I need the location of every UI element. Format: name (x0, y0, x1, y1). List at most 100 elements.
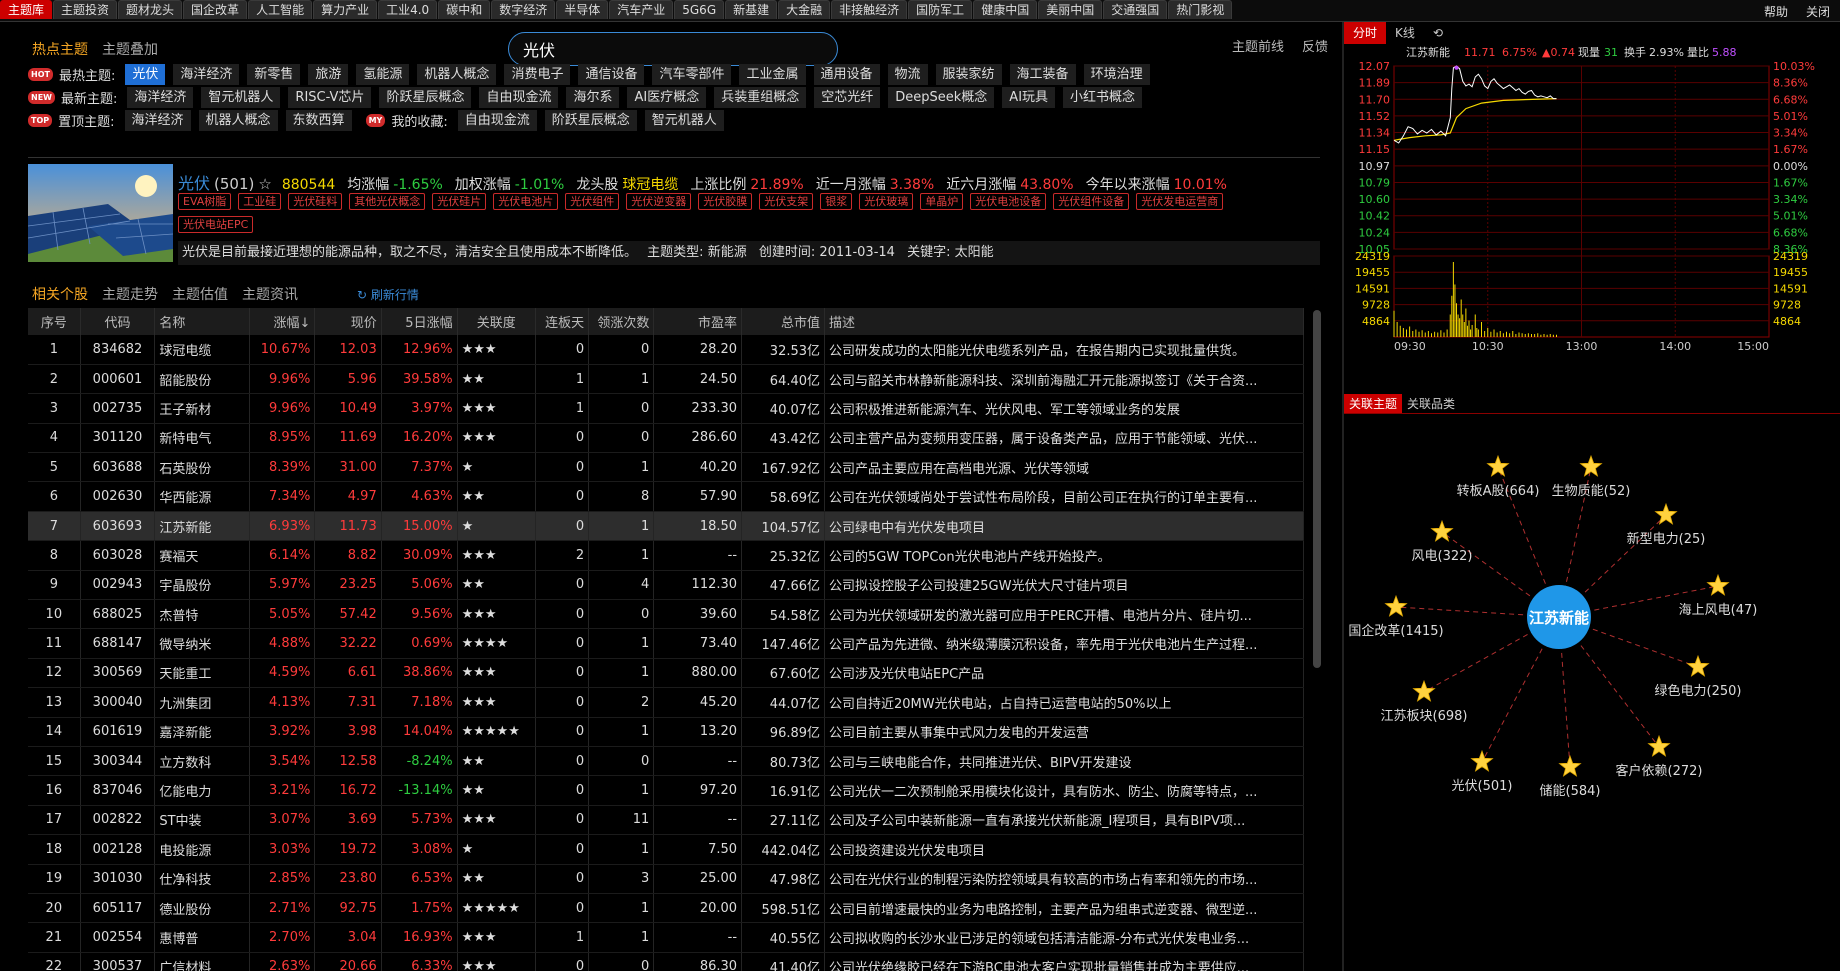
table-row[interactable]: 18 002128 电投能源 3.03% 19.72 3.08% ★ 0 1 7.50 442.04… (28, 834, 1304, 865)
theme-chip[interactable]: RISC-V芯片 (288, 86, 372, 108)
top-tab-16[interactable]: 健康中国 (973, 0, 1038, 19)
relation-node[interactable]: 新型电力(25) (1627, 502, 1706, 547)
theme-chip[interactable]: DeepSeek概念 (888, 86, 995, 108)
top-tab-5[interactable]: 算力产业 (313, 0, 378, 19)
sub-concept-tag[interactable]: 工业硅 (238, 193, 282, 210)
table-row[interactable]: 10 688025 杰普特 5.05% 57.42 9.56% ★★★ 0 0 39.60 54.5… (28, 599, 1304, 630)
theme-chip[interactable]: 东数西算 (285, 109, 352, 131)
top-tab-2[interactable]: 题材龙头 (118, 0, 183, 19)
table-row[interactable]: 17 002822 ST中装 3.07% 3.69 5.73% ★★★ 0 11 -- 27.11亿… (28, 805, 1304, 836)
table-row[interactable]: 12 300569 天能重工 4.59% 6.61 38.86% ★★★ 0 1 880.00 67… (28, 658, 1304, 689)
sub-concept-tag[interactable]: 光伏逆变器 (626, 193, 692, 210)
theme-chip[interactable]: 自由现金流 (479, 86, 559, 108)
relation-node[interactable]: 江苏板块(698) (1381, 679, 1468, 724)
theme-frontline-link[interactable]: 主题前线 (1232, 36, 1284, 55)
favorite-star-icon[interactable]: ☆ (258, 175, 271, 193)
top-tab-8[interactable]: 数字经济 (491, 0, 556, 19)
favorite-chip[interactable]: 智元机器人 (644, 109, 724, 131)
table-row[interactable]: 22 300537 广信材料 2.63% 20.66 6.33% ★★★ 0 0 86.30 41.… (28, 952, 1304, 971)
theme-chip[interactable]: 机器人概念 (198, 109, 278, 131)
sub-concept-tag[interactable]: 光伏电站EPC (178, 216, 254, 233)
sub-concept-tag[interactable]: 光伏硅片 (432, 193, 487, 210)
sub-concept-tag[interactable]: EVA树脂 (178, 193, 232, 210)
sub-concept-tag[interactable]: 光伏发电运营商 (1136, 193, 1224, 210)
column-header[interactable]: 描述 (824, 308, 1304, 335)
tab-theme-trend[interactable]: 主题走势 (102, 284, 158, 304)
table-row[interactable]: 11 688147 微导纳米 4.88% 32.22 0.69% ★★★★ 0 1 73.40 14… (28, 628, 1304, 659)
top-tab-11[interactable]: 5G6G (674, 0, 725, 19)
top-tab-13[interactable]: 大金融 (778, 0, 831, 19)
top-tab-18[interactable]: 交通强国 (1103, 0, 1168, 19)
table-row[interactable]: 5 603688 石英股份 8.39% 31.00 7.37% ★ 0 1 40.20 167.92… (28, 452, 1304, 483)
relation-node[interactable]: 转板A股(664) (1457, 454, 1540, 499)
table-row[interactable]: 3 002735 王子新材 9.96% 10.49 3.97% ★★★ 1 0 233.30 40.… (28, 393, 1304, 424)
sub-concept-tag[interactable]: 光伏硅料 (288, 193, 343, 210)
theme-chip[interactable]: 阶跃星辰概念 (379, 86, 472, 108)
theme-chip[interactable]: 空芯光纤 (814, 86, 881, 108)
column-header[interactable]: 5日涨幅 (381, 308, 458, 335)
column-header[interactable]: 领涨次数 (588, 308, 655, 335)
theme-chip[interactable]: 光伏 (125, 63, 166, 85)
top-tab-10[interactable]: 汽车产业 (609, 0, 674, 19)
theme-chip[interactable]: 通信设备 (578, 63, 645, 85)
top-tab-6[interactable]: 工业4.0 (378, 0, 438, 19)
sub-concept-tag[interactable]: 单晶炉 (920, 193, 964, 210)
sub-concept-tag[interactable]: 光伏胶膜 (698, 193, 753, 210)
theme-chip[interactable]: 新零售 (247, 63, 301, 85)
relation-node[interactable]: 风电(322) (1412, 519, 1473, 564)
intraday-chart[interactable]: 江苏新能 11.71 6.75% ▲0.74 现量 31 换手 2.93% 量比 5.88 12.0… (1344, 44, 1840, 390)
relation-node[interactable]: 生物质能(52) (1552, 454, 1631, 499)
leader-value[interactable]: 球冠电缆 (622, 174, 678, 194)
column-header[interactable]: 现价 (314, 308, 382, 335)
theme-chip[interactable]: 通用设备 (813, 63, 880, 85)
theme-chip[interactable]: 氢能源 (356, 63, 410, 85)
theme-chip[interactable]: 海洋经济 (124, 109, 191, 131)
theme-chip[interactable]: 旅游 (308, 63, 349, 85)
tab-theme-valuation[interactable]: 主题估值 (172, 284, 228, 304)
theme-chip[interactable]: 服装家纺 (935, 63, 1002, 85)
theme-chip[interactable]: AI医疗概念 (627, 86, 707, 108)
relation-node[interactable]: 国企改革(1415) (1348, 594, 1444, 639)
column-header[interactable]: 连板天 (535, 308, 590, 335)
refresh-chart-icon[interactable]: ⟲ (1424, 22, 1452, 44)
theme-chip[interactable]: 兵装重组概念 (714, 86, 807, 108)
theme-chip[interactable]: 工业金属 (739, 63, 806, 85)
table-scrollbar[interactable] (1313, 310, 1321, 668)
table-row[interactable]: 16 837046 亿能电力 3.21% 16.72 -13.14% ★★ 0 1 97.20 16… (28, 775, 1304, 806)
column-header[interactable]: 关联度 (457, 308, 536, 335)
sub-concept-tag[interactable]: 光伏组件设备 (1053, 193, 1130, 210)
help-link[interactable]: 帮助 (1764, 3, 1788, 20)
top-tab-17[interactable]: 美丽中国 (1038, 0, 1103, 19)
tab-kline[interactable]: K线 (1386, 22, 1424, 44)
column-header[interactable]: 涨幅↓ (249, 308, 316, 335)
table-row[interactable]: 13 300040 九洲集团 4.13% 7.31 7.18% ★★★ 0 2 45.20 44.0… (28, 687, 1304, 718)
theme-chip[interactable]: 海洋经济 (127, 86, 194, 108)
top-tab-14[interactable]: 非接触经济 (831, 0, 908, 19)
top-tab-4[interactable]: 人工智能 (248, 0, 313, 19)
theme-chip[interactable]: 消费电子 (504, 63, 571, 85)
sub-concept-tag[interactable]: 其他光伏概念 (349, 193, 426, 210)
sub-concept-tag[interactable]: 光伏组件 (565, 193, 620, 210)
favorite-chip[interactable]: 自由现金流 (457, 109, 537, 131)
top-tab-19[interactable]: 热门影视 (1168, 0, 1233, 19)
tab-related-themes[interactable]: 关联主题 (1344, 394, 1403, 413)
theme-chip[interactable]: 海洋经济 (173, 63, 240, 85)
relation-node[interactable]: 客户依赖(272) (1616, 734, 1703, 779)
table-row[interactable]: 2 000601 韶能股份 9.96% 5.96 39.58% ★★ 1 1 24.50 64.40… (28, 364, 1304, 395)
table-row[interactable]: 15 300344 立方数科 3.54% 12.58 -8.24% ★★ 0 0 -- 80.73亿… (28, 746, 1304, 777)
tab-theme-news[interactable]: 主题资讯 (242, 284, 298, 304)
search-input[interactable] (508, 32, 838, 66)
sub-concept-tag[interactable]: 光伏支架 (759, 193, 814, 210)
table-row[interactable]: 20 605117 德业股份 2.71% 92.75 1.75% ★★★★★ 0 1 20.00 5… (28, 893, 1304, 924)
top-tab-7[interactable]: 碳中和 (438, 0, 491, 19)
column-header[interactable]: 市盈率 (653, 308, 743, 335)
column-header[interactable]: 代码 (80, 308, 156, 335)
theme-chip[interactable]: 机器人概念 (417, 63, 497, 85)
theme-chip[interactable]: 海尔系 (566, 86, 620, 108)
column-header[interactable]: 名称 (154, 308, 251, 335)
theme-chip[interactable]: 小红书概念 (1063, 86, 1143, 108)
table-row[interactable]: 7 603693 江苏新能 6.93% 11.73 15.00% ★ 0 1 18.50 104.5… (28, 511, 1304, 542)
tab-related-stocks[interactable]: 相关个股 (32, 284, 88, 304)
tab-theme-overlay[interactable]: 主题叠加 (102, 39, 158, 59)
favorite-chip[interactable]: 阶跃星辰概念 (544, 109, 637, 131)
